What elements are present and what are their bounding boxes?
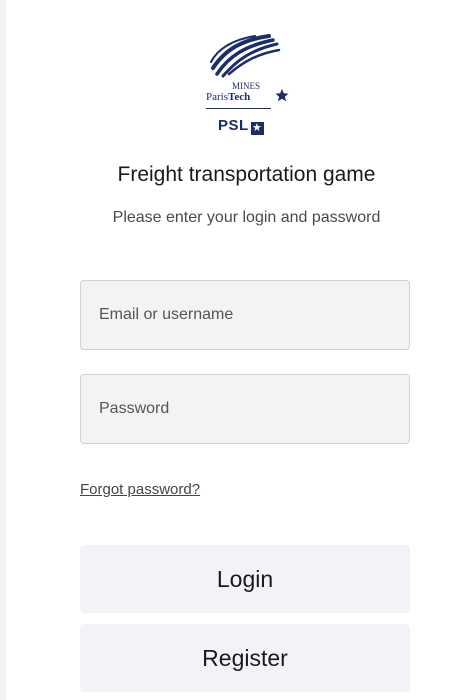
logo-psl-text: PSL ★ [218, 117, 264, 135]
email-input[interactable] [80, 280, 410, 350]
mines-paristech-psl-logo: MINES ParisTech PSL ★ [206, 30, 289, 140]
logo-psl-label: PSL [218, 117, 249, 134]
logo-mines-text: MINES [231, 81, 260, 91]
password-input[interactable] [80, 374, 410, 444]
psl-star-icon: ★ [250, 122, 264, 135]
logo-divider [206, 108, 271, 109]
logo-paristech-text: ParisTech [206, 92, 250, 103]
star-icon [275, 88, 289, 102]
logo-paris-text: Paris [206, 91, 228, 103]
logo-tech-text: Tech [228, 91, 251, 103]
page-title: Freight transportation game [117, 163, 376, 186]
forgot-password-link[interactable]: Forgot password? [80, 481, 200, 498]
register-button[interactable]: Register [80, 624, 410, 692]
login-page: MINES ParisTech PSL ★ Freight transportat… [0, 0, 465, 700]
login-button[interactable]: Login [80, 545, 410, 613]
page-subtitle: Please enter your login and password [112, 209, 381, 226]
